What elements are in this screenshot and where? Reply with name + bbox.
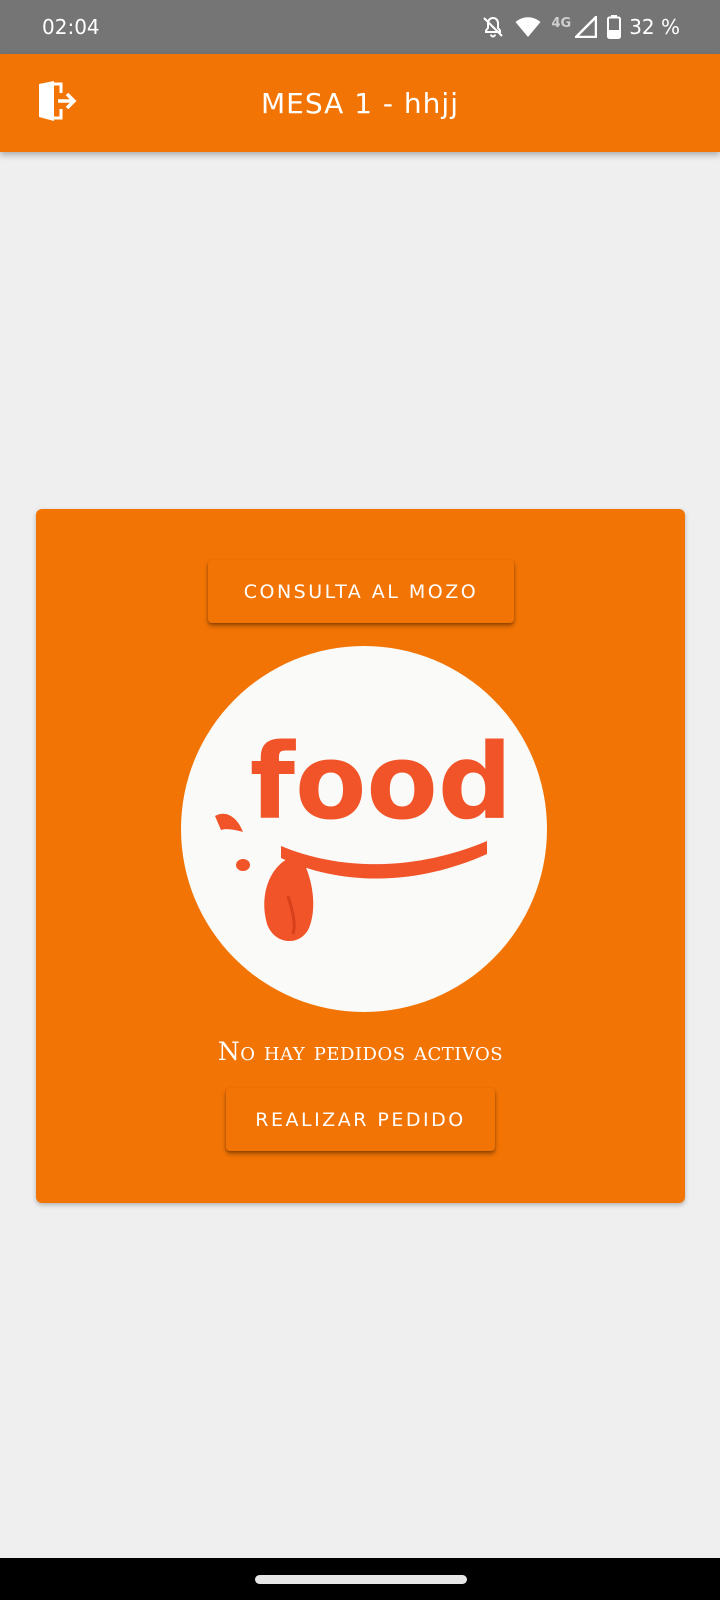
notifications-off-icon <box>481 15 505 39</box>
wifi-icon <box>515 16 541 38</box>
realizar-pedido-button[interactable]: REALIZAR PEDIDO <box>226 1088 495 1151</box>
food-logo: food <box>181 646 547 1012</box>
system-nav-bar <box>0 1558 720 1600</box>
consulta-mozo-button[interactable]: CONSULTA AL MOZO <box>208 560 514 623</box>
cell-signal-icon <box>575 16 598 38</box>
exit-button[interactable] <box>34 80 80 126</box>
table-status-card: CONSULTA AL MOZO food No hay pedidos act… <box>36 509 685 1203</box>
logo-wordmark: food <box>250 721 513 843</box>
battery-icon <box>607 15 622 39</box>
battery-percent: 32 % <box>629 15 680 39</box>
home-gesture-handle[interactable] <box>255 1575 467 1584</box>
status-time: 02:04 <box>42 15 100 39</box>
app-bar: MESA 1 - hhjj <box>0 54 720 152</box>
exit-door-icon <box>36 80 78 127</box>
status-bar: 02:04 4G 32 % <box>0 0 720 54</box>
page-title: MESA 1 - hhjj <box>261 86 459 120</box>
network-type-label: 4G <box>551 15 572 31</box>
no-orders-text: No hay pedidos activos <box>217 1037 504 1066</box>
status-icons: 4G 32 % <box>481 15 680 39</box>
